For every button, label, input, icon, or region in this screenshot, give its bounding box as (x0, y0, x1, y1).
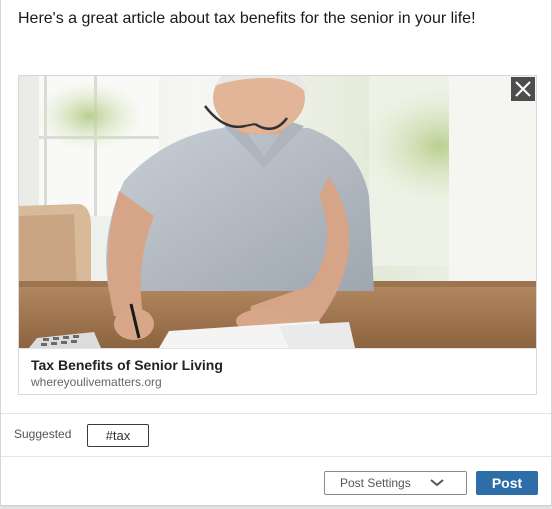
post-text[interactable]: Here's a great article about tax benefit… (18, 8, 476, 30)
link-preview-card[interactable]: Tax Benefits of Senior Living whereyouli… (18, 75, 537, 395)
divider (1, 413, 551, 414)
share-composer: Here's a great article about tax benefit… (0, 0, 552, 506)
hashtag-chip[interactable]: #tax (87, 424, 149, 447)
preview-image (19, 76, 536, 348)
post-button[interactable]: Post (476, 471, 538, 495)
preview-title[interactable]: Tax Benefits of Senior Living (31, 357, 223, 373)
preview-domain: whereyoulivematters.org (31, 375, 162, 389)
chevron-down-icon (430, 479, 444, 487)
suggested-label: Suggested (14, 427, 72, 441)
preview-meta[interactable]: Tax Benefits of Senior Living whereyouli… (19, 348, 536, 394)
close-icon (515, 81, 531, 97)
post-settings-button[interactable]: Post Settings (324, 471, 467, 495)
close-preview-button[interactable] (511, 77, 535, 101)
divider (1, 456, 551, 457)
post-settings-label: Post Settings (340, 476, 411, 490)
